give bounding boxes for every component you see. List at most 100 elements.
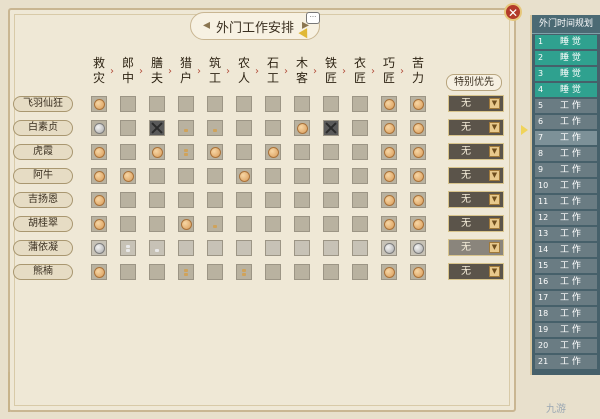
- work-cell[interactable]: [91, 144, 107, 160]
- schedule-hour-row[interactable]: 10 工 作: [535, 179, 597, 193]
- work-cell[interactable]: [178, 240, 194, 256]
- schedule-hour-row[interactable]: 5 工 作: [535, 99, 597, 113]
- work-cell[interactable]: [323, 264, 339, 280]
- work-cell[interactable]: [381, 264, 397, 280]
- work-cell[interactable]: [91, 168, 107, 184]
- work-cell[interactable]: [207, 120, 223, 136]
- work-cell[interactable]: [178, 144, 194, 160]
- priority-dropdown[interactable]: 无 ▼: [448, 95, 504, 112]
- schedule-hour-row[interactable]: 4 睡 觉: [535, 83, 597, 97]
- work-cell[interactable]: [149, 192, 165, 208]
- work-cell[interactable]: [352, 216, 368, 232]
- work-cell[interactable]: [149, 144, 165, 160]
- schedule-hour-row[interactable]: 18 工 作: [535, 307, 597, 321]
- schedule-hour-row[interactable]: 6 工 作: [535, 115, 597, 129]
- priority-dropdown[interactable]: 无 ▼: [448, 215, 504, 232]
- work-cell[interactable]: [207, 192, 223, 208]
- work-cell[interactable]: [236, 264, 252, 280]
- work-cell[interactable]: [236, 120, 252, 136]
- priority-dropdown[interactable]: 无 ▼: [448, 239, 504, 256]
- work-cell[interactable]: [236, 192, 252, 208]
- work-cell[interactable]: [410, 240, 426, 256]
- work-cell[interactable]: [149, 240, 165, 256]
- work-cell[interactable]: [120, 192, 136, 208]
- work-cell[interactable]: [207, 240, 223, 256]
- work-cell[interactable]: [149, 120, 165, 136]
- work-cell[interactable]: [149, 264, 165, 280]
- schedule-hour-row[interactable]: 21 工 作: [535, 355, 597, 369]
- schedule-hour-row[interactable]: 15 工 作: [535, 259, 597, 273]
- schedule-hour-row[interactable]: 7 工 作: [535, 131, 597, 145]
- work-cell[interactable]: [91, 240, 107, 256]
- work-cell[interactable]: [410, 144, 426, 160]
- work-cell[interactable]: [381, 144, 397, 160]
- work-cell[interactable]: [236, 96, 252, 112]
- work-cell[interactable]: [323, 96, 339, 112]
- work-cell[interactable]: [265, 264, 281, 280]
- work-cell[interactable]: [381, 216, 397, 232]
- schedule-hour-row[interactable]: 9 工 作: [535, 163, 597, 177]
- schedule-hour-row[interactable]: 16 工 作: [535, 275, 597, 289]
- work-cell[interactable]: [265, 216, 281, 232]
- work-cell[interactable]: [352, 192, 368, 208]
- work-cell[interactable]: [207, 168, 223, 184]
- work-cell[interactable]: [120, 120, 136, 136]
- disciple-name[interactable]: 白素贞: [13, 120, 73, 136]
- work-cell[interactable]: [323, 192, 339, 208]
- disciple-name[interactable]: 虎霞: [13, 144, 73, 160]
- priority-dropdown[interactable]: 无 ▼: [448, 191, 504, 208]
- schedule-hour-row[interactable]: 2 睡 觉: [535, 51, 597, 65]
- work-cell[interactable]: [207, 144, 223, 160]
- work-cell[interactable]: [352, 144, 368, 160]
- schedule-hour-row[interactable]: 12 工 作: [535, 211, 597, 225]
- disciple-name[interactable]: 胡桂翠: [13, 216, 73, 232]
- work-cell[interactable]: [323, 144, 339, 160]
- work-cell[interactable]: [323, 216, 339, 232]
- work-cell[interactable]: [207, 216, 223, 232]
- work-cell[interactable]: [381, 192, 397, 208]
- work-cell[interactable]: [207, 96, 223, 112]
- work-cell[interactable]: [120, 216, 136, 232]
- work-cell[interactable]: [352, 264, 368, 280]
- work-cell[interactable]: [410, 192, 426, 208]
- schedule-hour-row[interactable]: 13 工 作: [535, 227, 597, 241]
- schedule-hour-row[interactable]: 19 工 作: [535, 323, 597, 337]
- work-cell[interactable]: [236, 216, 252, 232]
- work-cell[interactable]: [178, 120, 194, 136]
- work-cell[interactable]: [91, 96, 107, 112]
- work-cell[interactable]: [149, 96, 165, 112]
- work-cell[interactable]: [294, 240, 310, 256]
- disciple-name[interactable]: 吉扬恩: [13, 192, 73, 208]
- work-cell[interactable]: [265, 96, 281, 112]
- work-cell[interactable]: [207, 264, 223, 280]
- work-cell[interactable]: [294, 96, 310, 112]
- work-cell[interactable]: [265, 120, 281, 136]
- work-cell[interactable]: [381, 240, 397, 256]
- work-cell[interactable]: [91, 264, 107, 280]
- disciple-name[interactable]: 阿牛: [13, 168, 73, 184]
- work-cell[interactable]: [265, 144, 281, 160]
- work-cell[interactable]: [120, 240, 136, 256]
- work-cell[interactable]: [265, 240, 281, 256]
- priority-dropdown[interactable]: 无 ▼: [448, 119, 504, 136]
- work-cell[interactable]: [323, 168, 339, 184]
- work-cell[interactable]: [149, 168, 165, 184]
- work-cell[interactable]: [294, 216, 310, 232]
- work-cell[interactable]: [294, 144, 310, 160]
- work-cell[interactable]: [352, 120, 368, 136]
- work-cell[interactable]: [381, 96, 397, 112]
- close-button[interactable]: ✕: [504, 3, 522, 21]
- work-cell[interactable]: [323, 240, 339, 256]
- work-cell[interactable]: [178, 192, 194, 208]
- work-cell[interactable]: [410, 264, 426, 280]
- work-cell[interactable]: [178, 216, 194, 232]
- work-cell[interactable]: [352, 168, 368, 184]
- work-cell[interactable]: [265, 168, 281, 184]
- schedule-hour-row[interactable]: 1 睡 觉: [535, 35, 597, 49]
- work-cell[interactable]: [91, 120, 107, 136]
- work-cell[interactable]: [381, 168, 397, 184]
- work-cell[interactable]: [381, 120, 397, 136]
- work-cell[interactable]: [120, 264, 136, 280]
- work-cell[interactable]: [323, 120, 339, 136]
- work-cell[interactable]: [352, 96, 368, 112]
